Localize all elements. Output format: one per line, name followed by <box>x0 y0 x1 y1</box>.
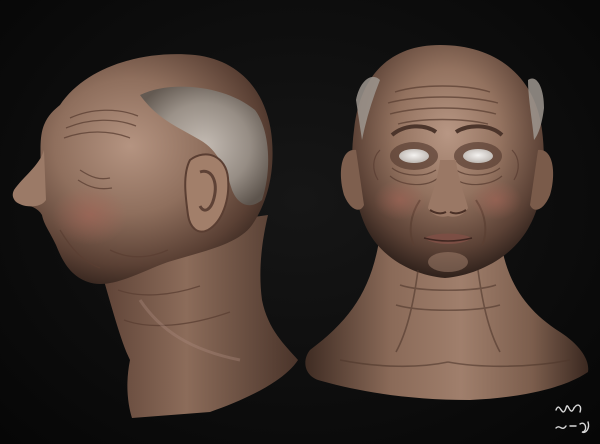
artist-signature <box>555 404 590 434</box>
front-head <box>305 45 589 400</box>
front-cheek-left <box>374 180 426 220</box>
render-canvas <box>0 0 600 444</box>
front-cheek-right <box>470 180 522 220</box>
front-chin <box>428 252 468 272</box>
profile-head <box>12 54 298 418</box>
front-eye-right <box>463 149 493 163</box>
front-eye-left <box>399 149 429 163</box>
profile-nose <box>12 150 46 207</box>
sculpt-render <box>12 45 590 434</box>
